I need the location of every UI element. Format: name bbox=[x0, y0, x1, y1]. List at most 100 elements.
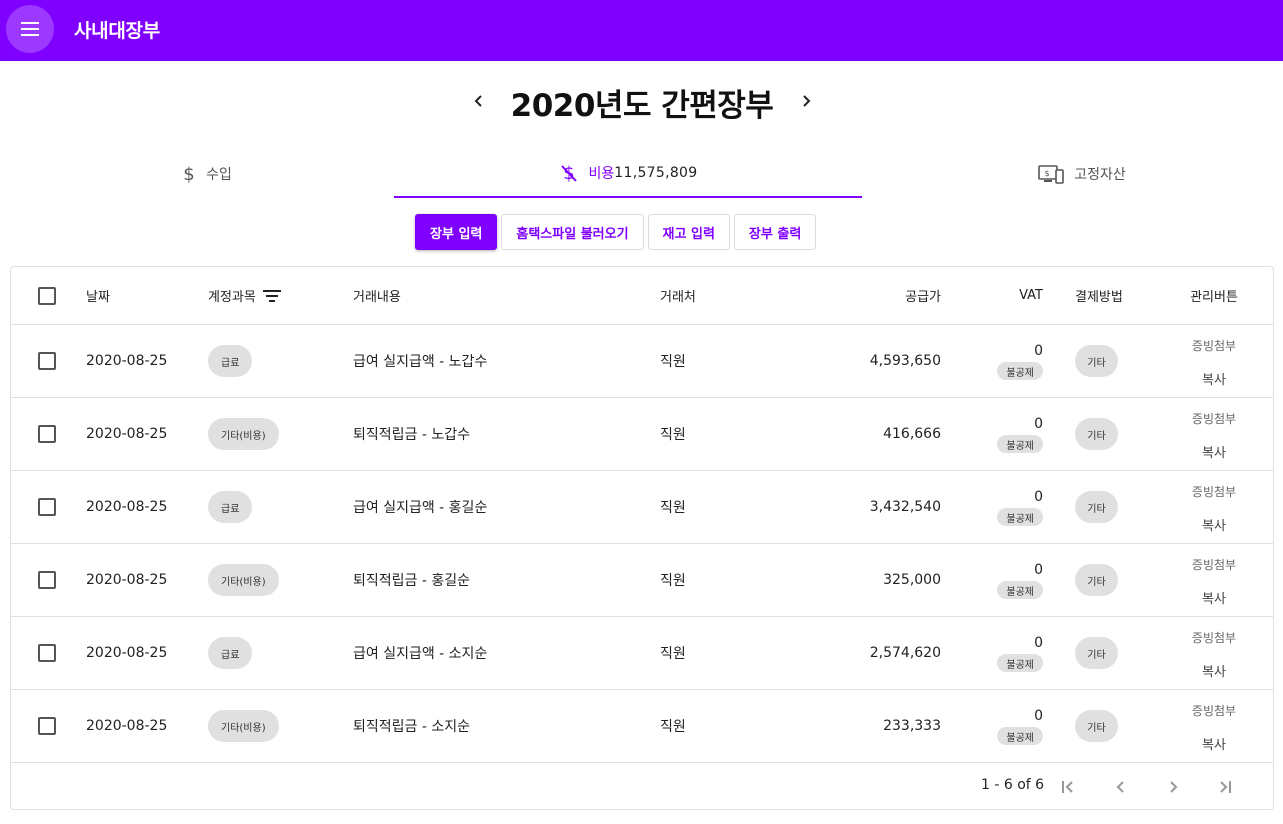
vat-value: 0 bbox=[1034, 708, 1043, 724]
copy-button[interactable]: 복사 bbox=[1202, 442, 1226, 461]
payment-chip[interactable]: 기타 bbox=[1075, 710, 1118, 742]
row-checkbox[interactable] bbox=[38, 644, 56, 662]
row-vendor: 직원 bbox=[660, 427, 686, 443]
select-all-checkbox[interactable] bbox=[38, 286, 56, 305]
tab-expense-label: 비용 bbox=[588, 166, 615, 182]
payment-chip[interactable]: 기타 bbox=[1075, 491, 1118, 523]
select-all-cell bbox=[38, 267, 56, 324]
vat-deduction-chip[interactable]: 불공제 bbox=[997, 362, 1043, 380]
row-select-cell bbox=[38, 398, 56, 470]
column-description[interactable]: 거래내용 bbox=[353, 267, 401, 324]
account-chip[interactable]: 급료 bbox=[208, 491, 253, 523]
row-payment: 기타 bbox=[1075, 617, 1118, 689]
ledger-input-button[interactable]: 장부 입력 bbox=[415, 214, 498, 250]
row-payment: 기타 bbox=[1075, 325, 1118, 397]
dollar-icon: $ bbox=[182, 164, 196, 184]
page-title: 2020년도 간편장부 bbox=[510, 88, 774, 124]
column-supply[interactable]: 공급가 bbox=[831, 267, 941, 324]
vat-deduction-chip[interactable]: 불공제 bbox=[997, 435, 1043, 453]
payment-chip[interactable]: 기타 bbox=[1075, 637, 1118, 669]
copy-button[interactable]: 복사 bbox=[1202, 369, 1226, 388]
row-checkbox[interactable] bbox=[38, 352, 56, 370]
ledger-print-button[interactable]: 장부 출력 bbox=[733, 214, 817, 250]
copy-button[interactable]: 복사 bbox=[1202, 661, 1226, 680]
attach-evidence-button[interactable]: 증빙첨부 bbox=[1192, 334, 1236, 356]
last-page-button[interactable] bbox=[1211, 773, 1239, 801]
prev-year-button[interactable] bbox=[464, 86, 494, 116]
column-date[interactable]: 날짜 bbox=[86, 267, 110, 324]
copy-button[interactable]: 복사 bbox=[1202, 588, 1226, 607]
chevron-right-icon bbox=[803, 95, 811, 107]
row-date: 2020-08-25 bbox=[86, 572, 168, 588]
attach-evidence-button[interactable]: 증빙첨부 bbox=[1192, 553, 1236, 575]
column-vendor[interactable]: 거래처 bbox=[660, 267, 696, 324]
vat-deduction-chip[interactable]: 불공제 bbox=[997, 581, 1043, 599]
table-row[interactable]: 2020-08-25 급료 급여 실지급액 - 소지순 직원 2,574,620 0 불공제… bbox=[11, 617, 1273, 690]
payment-chip[interactable]: 기타 bbox=[1075, 564, 1118, 596]
table-row[interactable]: 2020-08-25 기타(비용) 퇴직적립금 - 소지순 직원 233,333 0 불공제… bbox=[11, 690, 1273, 763]
vat-deduction-chip[interactable]: 불공제 bbox=[997, 727, 1043, 745]
app-bar: 사내대장부 bbox=[0, 0, 1283, 61]
vat-deduction-chip[interactable]: 불공제 bbox=[997, 654, 1043, 672]
vat-value: 0 bbox=[1034, 562, 1043, 578]
row-supply: 3,432,540 bbox=[869, 499, 941, 515]
money-off-icon: $ bbox=[559, 163, 579, 183]
row-supply: 325,000 bbox=[883, 572, 941, 588]
tab-expense[interactable]: $ 비용 11,575,809 bbox=[394, 150, 862, 198]
svg-text:$: $ bbox=[183, 164, 194, 184]
row-checkbox[interactable] bbox=[38, 571, 56, 589]
account-chip[interactable]: 기타(비용) bbox=[208, 564, 279, 596]
row-description: 급여 실지급액 - 홍길순 bbox=[353, 500, 488, 516]
payment-chip[interactable]: 기타 bbox=[1075, 418, 1118, 450]
copy-button[interactable]: 복사 bbox=[1202, 515, 1226, 534]
table-row[interactable]: 2020-08-25 기타(비용) 퇴직적립금 - 노갑수 직원 416,666 0 불공제… bbox=[11, 398, 1273, 471]
hometax-import-button[interactable]: 홈택스파일 불러오기 bbox=[501, 214, 644, 250]
row-payment: 기타 bbox=[1075, 471, 1118, 543]
row-account: 기타(비용) bbox=[208, 544, 279, 616]
row-supply: 416,666 bbox=[883, 426, 941, 442]
table-row[interactable]: 2020-08-25 급료 급여 실지급액 - 홍길순 직원 3,432,540 0 불공제… bbox=[11, 471, 1273, 544]
account-chip[interactable]: 기타(비용) bbox=[208, 710, 279, 742]
row-date: 2020-08-25 bbox=[86, 499, 168, 515]
table-row[interactable]: 2020-08-25 급료 급여 실지급액 - 노갑수 직원 4,593,650 0 불공제… bbox=[11, 325, 1273, 398]
next-year-button[interactable] bbox=[791, 86, 821, 116]
row-account: 기타(비용) bbox=[208, 690, 279, 762]
table-row[interactable]: 2020-08-25 기타(비용) 퇴직적립금 - 홍길순 직원 325,000 0 불공제… bbox=[11, 544, 1273, 617]
column-vat[interactable]: VAT bbox=[971, 267, 1043, 324]
page-info: 1 - 6 of 6 bbox=[981, 777, 1045, 793]
attach-evidence-button[interactable]: 증빙첨부 bbox=[1192, 699, 1236, 721]
column-account[interactable]: 계정과목 bbox=[208, 267, 281, 324]
account-chip[interactable]: 급료 bbox=[208, 345, 253, 377]
row-account: 급료 bbox=[208, 325, 253, 397]
tab-income[interactable]: $ 수입 bbox=[20, 150, 394, 198]
row-payment: 기타 bbox=[1075, 398, 1118, 470]
next-page-button[interactable] bbox=[1159, 773, 1187, 801]
table-header: 날짜 계정과목 거래내용 거래처 공급가 VAT 결제방법 관리버튼 bbox=[11, 267, 1273, 325]
row-checkbox[interactable] bbox=[38, 717, 56, 735]
vat-value: 0 bbox=[1034, 343, 1043, 359]
column-payment[interactable]: 결제방법 bbox=[1075, 267, 1123, 324]
row-checkbox[interactable] bbox=[38, 425, 56, 443]
first-page-button[interactable] bbox=[1054, 773, 1082, 801]
row-vendor: 직원 bbox=[660, 354, 686, 370]
payment-chip[interactable]: 기타 bbox=[1075, 345, 1118, 377]
vat-deduction-chip[interactable]: 불공제 bbox=[997, 508, 1043, 526]
row-checkbox[interactable] bbox=[38, 498, 56, 516]
prev-page-button[interactable] bbox=[1107, 773, 1135, 801]
attach-evidence-button[interactable]: 증빙첨부 bbox=[1192, 480, 1236, 502]
row-payment: 기타 bbox=[1075, 690, 1118, 762]
account-chip[interactable]: 기타(비용) bbox=[208, 418, 279, 450]
copy-button[interactable]: 복사 bbox=[1202, 734, 1226, 753]
tab-income-label: 수입 bbox=[206, 167, 232, 183]
last-page-icon bbox=[1220, 781, 1231, 793]
account-chip[interactable]: 급료 bbox=[208, 637, 253, 669]
filter-list-icon[interactable] bbox=[262, 289, 281, 302]
svg-text:$: $ bbox=[1045, 169, 1050, 178]
attach-evidence-button[interactable]: 증빙첨부 bbox=[1192, 407, 1236, 429]
menu-button[interactable] bbox=[6, 5, 54, 53]
tab-assets[interactable]: $ 고정자산 bbox=[862, 150, 1283, 198]
row-account: 기타(비용) bbox=[208, 398, 279, 470]
inventory-input-button[interactable]: 재고 입력 bbox=[647, 214, 730, 250]
attach-evidence-button[interactable]: 증빙첨부 bbox=[1192, 626, 1236, 648]
row-vat: 0 불공제 bbox=[971, 471, 1043, 543]
